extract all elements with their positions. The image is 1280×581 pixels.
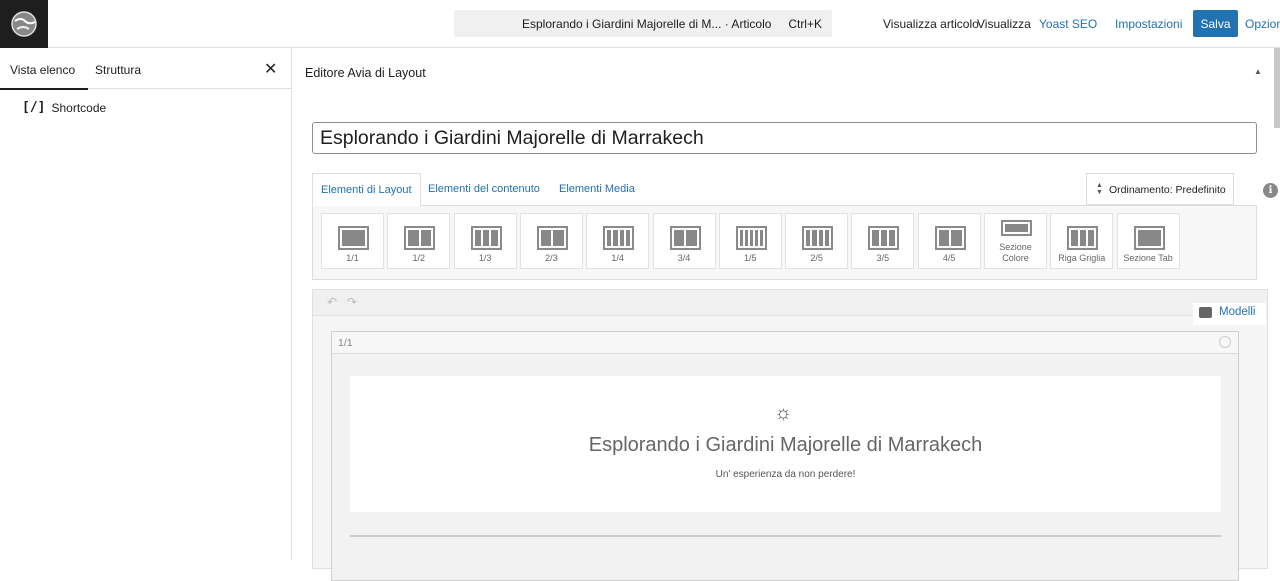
column-layout-icon (536, 226, 568, 250)
builder-canvas: ↶ ↷ Modelli 1/1 ☼ Esplorando i Giardini … (312, 289, 1268, 581)
yoast-seo-link[interactable]: Yoast SEO (1039, 17, 1097, 31)
shortcode-icon: [/] (22, 100, 46, 115)
sun-icon: ☼ (774, 402, 793, 424)
layout-element-button[interactable]: 1/1 (321, 213, 384, 269)
layout-element-button[interactable]: 3/4 (652, 213, 716, 269)
templates-button[interactable]: Modelli (1193, 303, 1266, 325)
layout-element-button[interactable]: 3/5 (851, 213, 915, 269)
top-toolbar: Esplorando i Giardini Majorelle di M... … (0, 0, 1280, 48)
save-button[interactable]: Salva (1193, 10, 1238, 37)
layout-element-button[interactable]: Sezione Colore (984, 213, 1047, 269)
templates-icon (1199, 307, 1212, 318)
column-header: 1/1 (332, 332, 1238, 354)
redo-icon[interactable]: ↷ (347, 295, 357, 309)
undo-icon[interactable]: ↶ (327, 295, 337, 309)
post-title-input[interactable] (312, 122, 1257, 154)
list-view-sidebar: Vista elenco Struttura ✕ [/] Shortcode (0, 48, 292, 560)
command-palette-bar[interactable]: Esplorando i Giardini Majorelle di M... … (454, 10, 832, 37)
preview-link[interactable]: Visualizza (977, 17, 1031, 31)
heading-element[interactable]: ☼ Esplorando i Giardini Majorelle di Mar… (350, 376, 1221, 512)
sidebar-tabs: Vista elenco Struttura ✕ (0, 48, 291, 90)
layout-element-label: 4/5 (942, 253, 956, 263)
layout-element-label: Sezione Tab (1123, 253, 1173, 263)
command-title: Esplorando i Giardini Majorelle di M... … (522, 17, 772, 31)
view-post-link[interactable]: Visualizza articolo (883, 17, 979, 31)
separator-element[interactable] (350, 535, 1221, 537)
column-layout-icon (868, 226, 900, 250)
column-layout-icon (669, 226, 701, 250)
column-layout-icon (404, 226, 436, 250)
list-item-label: Shortcode (51, 100, 107, 115)
tab-list-view[interactable]: Vista elenco (0, 63, 89, 90)
column-layout-icon (1133, 226, 1165, 250)
sort-arrows-icon: ▲ ▼ (1096, 182, 1103, 196)
column-layout-icon (603, 226, 635, 250)
subheading-text: Un' esperienza da non perdere! (715, 469, 856, 480)
layout-element-label: 1/3 (478, 253, 492, 263)
column-1-1[interactable]: 1/1 ☼ Esplorando i Giardini Majorelle di… (331, 331, 1239, 581)
settings-link[interactable]: Impostazioni (1115, 17, 1182, 31)
layout-element-label: 3/5 (876, 253, 890, 263)
element-tabs: Elementi di Layout Elementi del contenut… (312, 173, 1278, 206)
layout-element-label: 2/3 (545, 253, 558, 263)
layout-element-button[interactable]: 2/3 (519, 213, 583, 269)
column-options-icon[interactable] (1219, 336, 1231, 348)
layout-element-label: 1/2 (412, 253, 426, 263)
layout-elements-panel: 1/1 1/2 1/3 2/3 1/4 3/4 1/5 2/5 3/5 4/5 Sezione Co… (312, 205, 1257, 280)
layout-element-button[interactable]: 1/2 (387, 213, 451, 269)
scrollbar[interactable] (1274, 48, 1280, 128)
column-layout-icon (1001, 220, 1032, 236)
layout-element-button[interactable]: 2/5 (785, 213, 849, 269)
info-icon[interactable]: i (1263, 183, 1278, 198)
tab-media-elements[interactable]: Elementi Media (551, 173, 643, 205)
sort-dropdown[interactable]: ▲ ▼ Ordinamento: Predefinito (1086, 173, 1234, 205)
column-layout-icon (470, 226, 502, 250)
layout-element-label: Sezione Colore (999, 242, 1032, 263)
column-layout-icon (338, 226, 369, 250)
column-layout-icon (735, 226, 767, 250)
layout-element-label: 3/4 (677, 253, 691, 263)
layout-element-button[interactable]: Sezione Tab (1116, 213, 1180, 269)
tab-content-elements[interactable]: Elementi del contenuto (420, 173, 548, 205)
globe-icon (11, 11, 37, 37)
heading-text: Esplorando i Giardini Majorelle di Marra… (588, 434, 983, 456)
options-link[interactable]: Opzion (1245, 17, 1280, 31)
tab-structure[interactable]: Struttura (95, 63, 141, 77)
layout-element-button[interactable]: 1/5 (718, 213, 782, 269)
column-layout-icon (802, 226, 834, 250)
shortcut-hint: Ctrl+K (788, 17, 822, 31)
canvas-toolbar: ↶ ↷ (313, 290, 1267, 316)
site-logo-button[interactable] (0, 0, 48, 48)
list-item-shortcode[interactable]: [/] Shortcode (22, 100, 106, 115)
collapse-arrow-icon[interactable]: ▲ (1254, 67, 1262, 76)
metabox-title: Editore Avia di Layout (305, 66, 426, 80)
templates-label: Modelli (1219, 306, 1256, 318)
tab-layout-elements[interactable]: Elementi di Layout (312, 173, 421, 206)
close-icon[interactable]: ✕ (264, 59, 277, 79)
layout-element-label: 2/5 (810, 253, 823, 263)
editor-main: Editore Avia di Layout ▲ Elementi di Lay… (293, 48, 1280, 581)
layout-element-button[interactable]: 4/5 (917, 213, 981, 269)
layout-element-button[interactable]: 1/4 (586, 213, 650, 269)
column-layout-icon (934, 226, 966, 250)
layout-element-button[interactable]: 1/3 (453, 213, 517, 269)
sort-label: Ordinamento: Predefinito (1109, 184, 1226, 196)
layout-element-button[interactable]: Riga Griglia (1050, 213, 1114, 269)
column-layout-icon (1067, 226, 1099, 250)
layout-element-label: Riga Griglia (1058, 253, 1106, 263)
layout-element-label: 1/1 (346, 253, 359, 263)
column-size-label: 1/1 (338, 337, 353, 349)
layout-element-label: 1/4 (611, 253, 624, 263)
layout-element-label: 1/5 (744, 253, 757, 263)
